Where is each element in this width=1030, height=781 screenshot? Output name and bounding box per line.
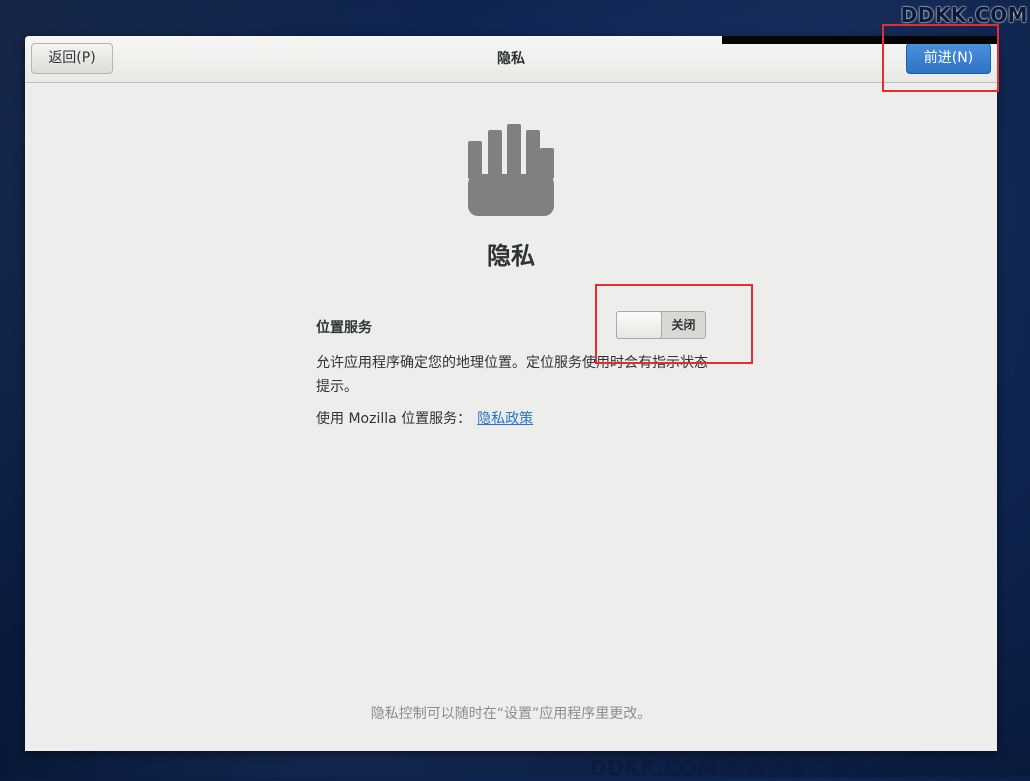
switch-slider[interactable] <box>616 311 662 339</box>
location-services-label: 位置服务 <box>316 320 372 336</box>
next-button[interactable]: 前进(N) <box>906 43 991 74</box>
mozilla-location-line: 使用 Mozilla 位置服务： 隐私政策 <box>316 408 533 428</box>
footer-note: 隐私控制可以随时在“设置”应用程序里更改。 <box>370 706 652 722</box>
watermark-bar <box>722 36 997 44</box>
switch-state-label: 关闭 <box>671 318 696 332</box>
watermark-top: DDKK.COM <box>900 3 1028 27</box>
location-description: 允许应用程序确定您的地理位置。定位服务使用时会有指示状态提示。 <box>316 355 708 395</box>
page-heading: 隐私 <box>487 242 535 270</box>
location-services-switch[interactable]: 关闭 <box>616 311 706 339</box>
privacy-policy-link[interactable]: 隐私政策 <box>477 411 533 427</box>
setup-window: 返回(P) 隐私 前进(N) 隐私 位置服务 关闭 允许应用程序确定您的地理位置… <box>25 36 997 751</box>
privacy-hand-icon <box>468 124 554 216</box>
mozilla-location-text: 使用 Mozilla 位置服务： <box>316 411 472 427</box>
